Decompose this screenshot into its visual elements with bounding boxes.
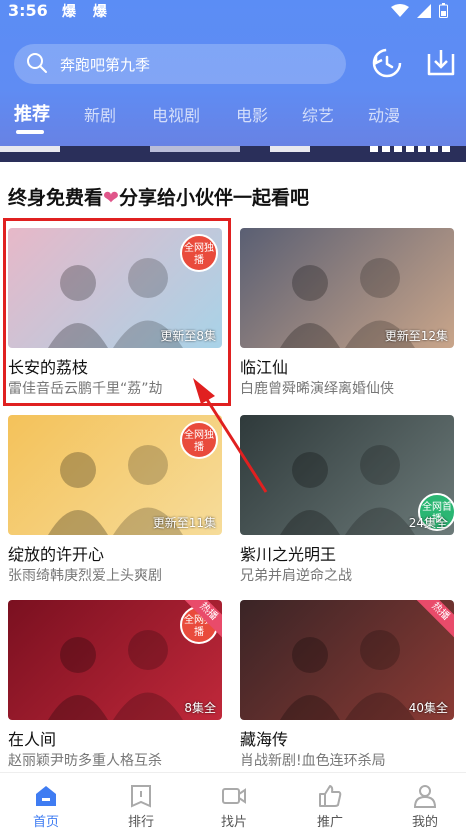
episode-badge: 24集全 [408, 516, 448, 530]
tab-movie[interactable]: 电影 [236, 102, 268, 126]
video-title[interactable]: 临江仙 [240, 354, 288, 378]
video-thumbnail[interactable]: 全网首播 24集全 [240, 415, 454, 535]
video-icon [222, 788, 246, 804]
episode-badge: 8集全 [184, 701, 216, 715]
tab-new-drama[interactable]: 新剧 [84, 102, 116, 126]
app-header: 3:56 爆 爆 奔跑吧第九季 推荐 新剧 电视剧 电影 综艺 动漫 [0, 0, 466, 162]
video-card[interactable]: 热播 40集全藏海传肖战新剧!血色连环杀局 [240, 600, 454, 774]
banner-carousel[interactable] [0, 146, 466, 162]
history-icon[interactable] [370, 46, 404, 80]
nav-rank-label: 排行 [127, 815, 154, 830]
video-card[interactable]: 全网独播 热播 8集全在人间赵丽颖尹昉多重人格互杀 [8, 600, 222, 774]
tab-variety[interactable]: 综艺 [302, 102, 334, 126]
video-card[interactable]: 更新至12集临江仙白鹿曾舜晞演绎离婚仙侠 [240, 228, 454, 402]
nav-find-label: 找片 [220, 815, 247, 830]
episode-badge: 更新至11集 [152, 516, 216, 530]
video-title[interactable]: 绽放的许开心 [8, 541, 104, 565]
episode-badge: 40集全 [408, 701, 448, 715]
nav-mine[interactable]: 我的 [395, 783, 455, 830]
tab-tv-series[interactable]: 电视剧 [152, 102, 200, 126]
nav-mine-label: 我的 [411, 815, 438, 830]
nav-find[interactable]: 找片 [204, 783, 264, 830]
tab-recommend[interactable]: 推荐 [14, 100, 50, 126]
video-subtitle: 兄弟并肩逆命之战 [240, 568, 352, 584]
rank-icon [131, 785, 151, 808]
status-time: 3:56 [8, 1, 48, 20]
highlight-box [3, 218, 231, 406]
download-icon[interactable] [424, 46, 458, 80]
nav-promote[interactable]: 推广 [300, 783, 360, 830]
battery-icon [439, 3, 448, 18]
bottom-nav: 首页 排行 找片 推广 我的 [0, 772, 466, 835]
video-thumbnail[interactable]: 热播 40集全 [240, 600, 454, 720]
video-thumbnail[interactable]: 全网独播 热播 8集全 [8, 600, 222, 720]
active-tab-indicator [16, 130, 44, 134]
video-title[interactable]: 藏海传 [240, 726, 288, 750]
video-thumbnail[interactable]: 全网独播更新至11集 [8, 415, 222, 535]
video-card[interactable]: 全网独播更新至11集绽放的许开心张雨绮韩庚烈爱上头爽剧 [8, 415, 222, 589]
section-title-part2: 分享给小伙伴一起看吧 [118, 187, 309, 209]
wifi-icon [391, 3, 409, 17]
video-thumbnail[interactable]: 更新至12集 [240, 228, 454, 348]
nav-home-label: 首页 [32, 815, 59, 830]
video-subtitle: 肖战新剧!血色连环杀局 [240, 753, 386, 769]
nav-home[interactable]: 首页 [16, 783, 76, 830]
nav-rank[interactable]: 排行 [111, 783, 171, 830]
section-title: 终身免费看❤分享给小伙伴一起看吧 [8, 183, 309, 210]
video-title[interactable]: 在人间 [8, 726, 56, 750]
nav-promote-label: 推广 [316, 815, 343, 830]
search-bar[interactable]: 奔跑吧第九季 [14, 44, 346, 84]
video-subtitle: 白鹿曾舜晞演绎离婚仙侠 [240, 381, 394, 397]
status-bar: 3:56 爆 爆 [0, 0, 466, 26]
video-card[interactable]: 全网首播 24集全紫川之光明王兄弟并肩逆命之战 [240, 415, 454, 589]
video-subtitle: 赵丽颖尹昉多重人格互杀 [8, 753, 162, 769]
status-right-icons [391, 3, 448, 18]
video-subtitle: 张雨绮韩庚烈爱上头爽剧 [8, 568, 162, 584]
section-title-part1: 终身免费看 [8, 187, 104, 209]
thumb-up-icon [319, 785, 342, 807]
signal-icon [417, 3, 431, 18]
banner-indicator [370, 146, 450, 152]
heart-icon: ❤ [103, 187, 119, 209]
search-icon [27, 53, 47, 73]
tab-anime[interactable]: 动漫 [368, 102, 400, 126]
category-tabs: 推荐 新剧 电视剧 电影 综艺 动漫 [0, 100, 466, 134]
exclusive-stamp: 全网独播 [180, 421, 218, 459]
episode-badge: 更新至12集 [384, 329, 448, 343]
home-icon [36, 786, 56, 806]
notification-icons: 爆 爆 [62, 4, 113, 20]
user-icon [413, 785, 437, 808]
search-input[interactable]: 奔跑吧第九季 [60, 54, 150, 75]
video-title[interactable]: 紫川之光明王 [240, 541, 336, 565]
